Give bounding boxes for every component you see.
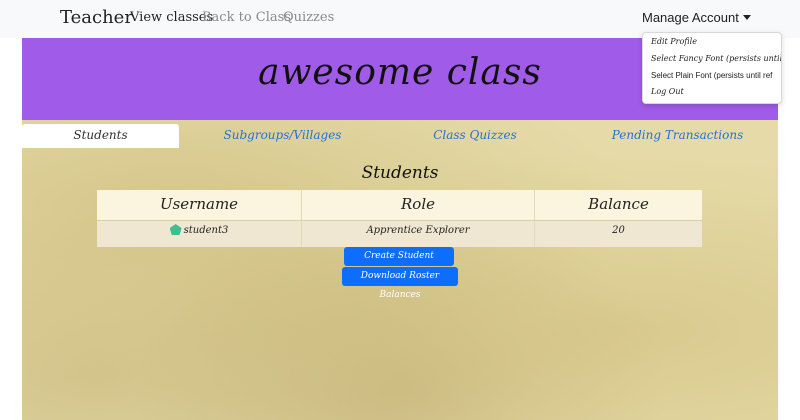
role-cell: Apprentice Explorer bbox=[302, 221, 535, 247]
create-student-accounts-button[interactable]: Create Student Accounts bbox=[344, 247, 454, 280]
page-margin-left bbox=[0, 38, 22, 420]
menu-item-log-out[interactable]: Log Out bbox=[651, 87, 684, 96]
students-table: Username Role Balance student3 Apprentic… bbox=[97, 190, 702, 247]
tab-pending-transactions[interactable]: Pending Transactions bbox=[590, 124, 765, 148]
column-header-role: Role bbox=[302, 190, 535, 220]
username-text[interactable]: student3 bbox=[184, 225, 229, 236]
download-roster-balances-button[interactable]: Download Roster Balances bbox=[342, 267, 458, 300]
balance-cell: 20 bbox=[612, 225, 625, 236]
tab-students[interactable]: Students bbox=[22, 124, 179, 148]
manage-account-label: Manage Account bbox=[642, 10, 739, 25]
pentagon-avatar-icon bbox=[169, 224, 182, 235]
nav-quizzes[interactable]: Quizzes bbox=[283, 10, 334, 25]
menu-item-fancy-font[interactable]: Select Fancy Font (persists until re bbox=[651, 54, 781, 63]
navbar-brand[interactable]: Teacher bbox=[60, 7, 133, 28]
column-header-username: Username bbox=[97, 190, 302, 220]
nav-view-classes[interactable]: View classes bbox=[130, 10, 213, 25]
column-header-balance: Balance bbox=[588, 195, 649, 213]
menu-item-plain-font[interactable]: Select Plain Font (persists until ref bbox=[651, 71, 772, 80]
tab-class-quizzes[interactable]: Class Quizzes bbox=[405, 124, 545, 148]
table-header: Username Role Balance bbox=[97, 190, 702, 221]
manage-account-dropdown[interactable]: Manage Account bbox=[642, 10, 751, 25]
students-heading: Students bbox=[361, 163, 439, 183]
menu-item-edit-profile[interactable]: Edit Profile bbox=[651, 37, 697, 46]
username-cell: student3 bbox=[97, 221, 302, 247]
account-dropdown-menu: Edit Profile Select Fancy Font (persists… bbox=[642, 32, 782, 104]
nav-back-to-class[interactable]: Back to Class bbox=[202, 10, 291, 25]
caret-down-icon bbox=[742, 15, 751, 20]
tab-subgroups-villages[interactable]: Subgroups/Villages bbox=[200, 124, 365, 148]
table-row[interactable]: student3 Apprentice Explorer 20 bbox=[97, 221, 702, 247]
